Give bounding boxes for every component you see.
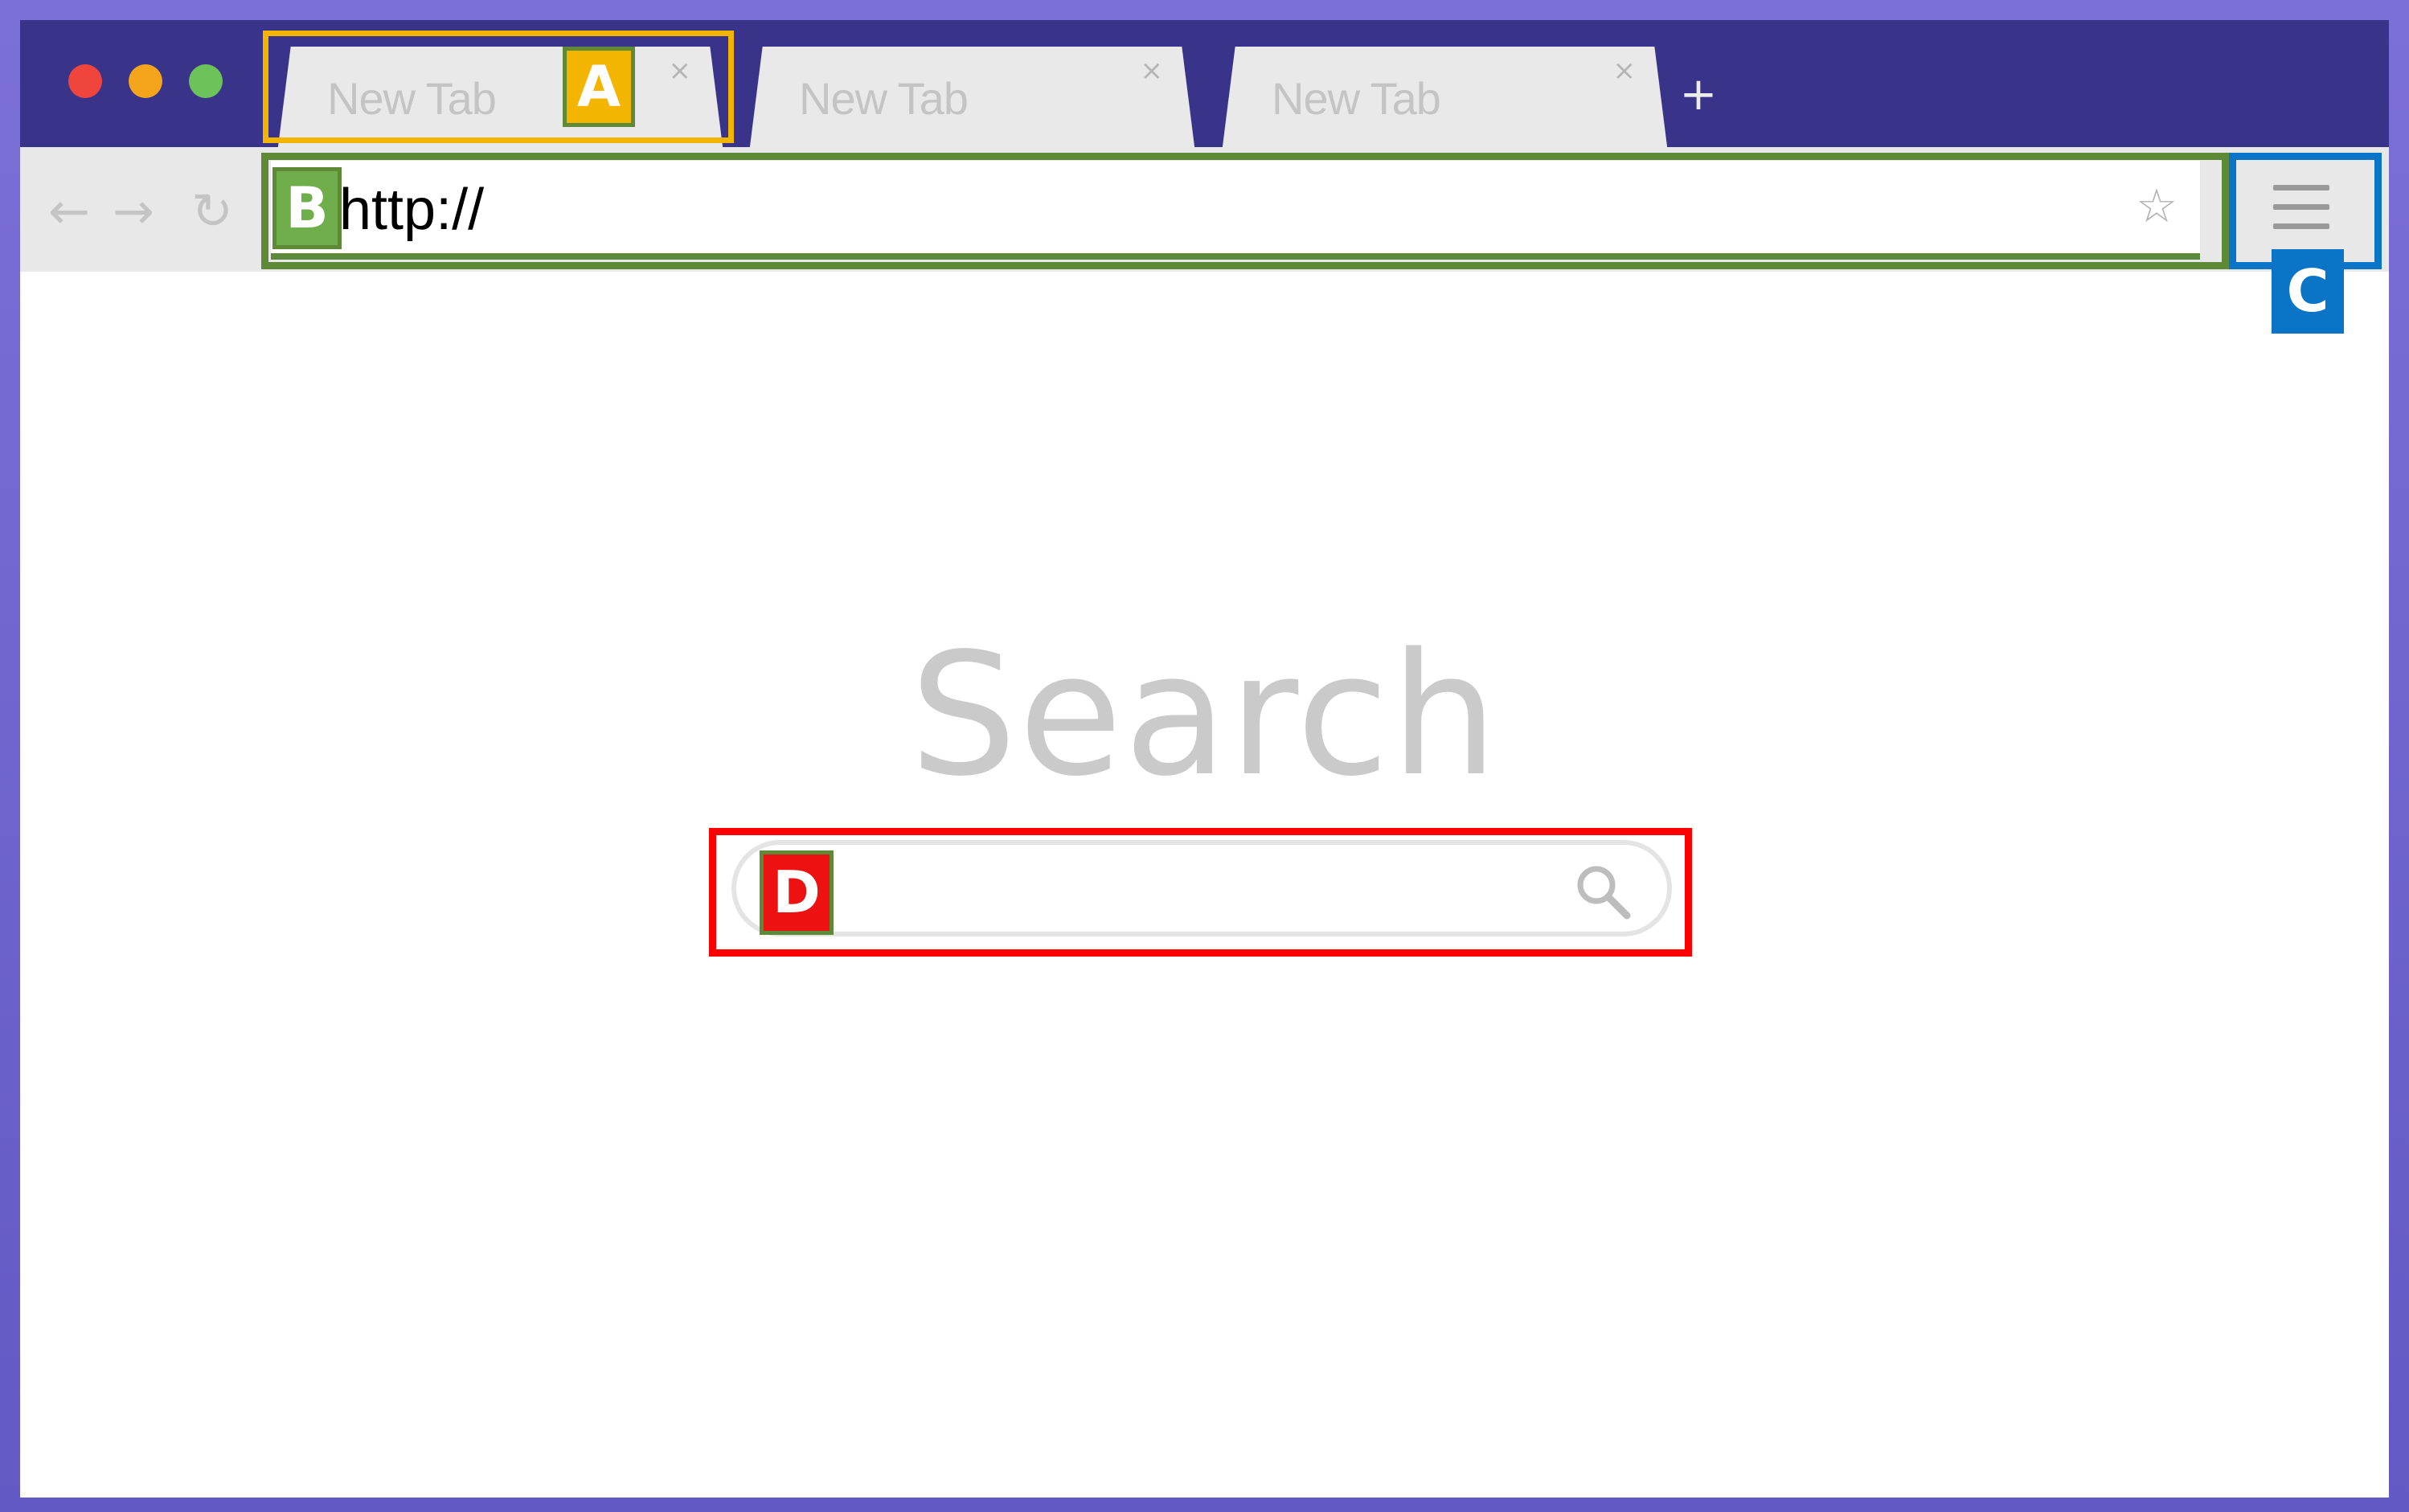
- minimize-window-button[interactable]: [129, 64, 162, 98]
- callout-box-a: [263, 31, 734, 143]
- callout-label-c: C: [2272, 249, 2344, 334]
- tab-3[interactable]: New Tab ×: [1222, 47, 1668, 153]
- reload-icon[interactable]: ↻: [191, 183, 233, 240]
- tab-close-icon[interactable]: ×: [1141, 55, 1164, 87]
- callout-label-a: A: [563, 47, 635, 127]
- search-heading: Search: [909, 617, 1500, 813]
- tab-close-icon[interactable]: ×: [1613, 55, 1637, 87]
- forward-arrow-icon[interactable]: →: [113, 183, 154, 240]
- new-tab-button[interactable]: +: [1678, 71, 1719, 119]
- callout-box-b: [261, 153, 2229, 269]
- tab-label: New Tab: [1272, 73, 1441, 124]
- callout-box-d: [709, 828, 1692, 957]
- callout-label-b: B: [272, 167, 342, 249]
- close-window-button[interactable]: [68, 64, 102, 98]
- maximize-window-button[interactable]: [189, 64, 223, 98]
- back-arrow-icon[interactable]: ←: [48, 183, 90, 240]
- tab-label: New Tab: [799, 73, 969, 124]
- tab-2[interactable]: New Tab ×: [749, 47, 1195, 153]
- callout-label-d: D: [760, 850, 834, 935]
